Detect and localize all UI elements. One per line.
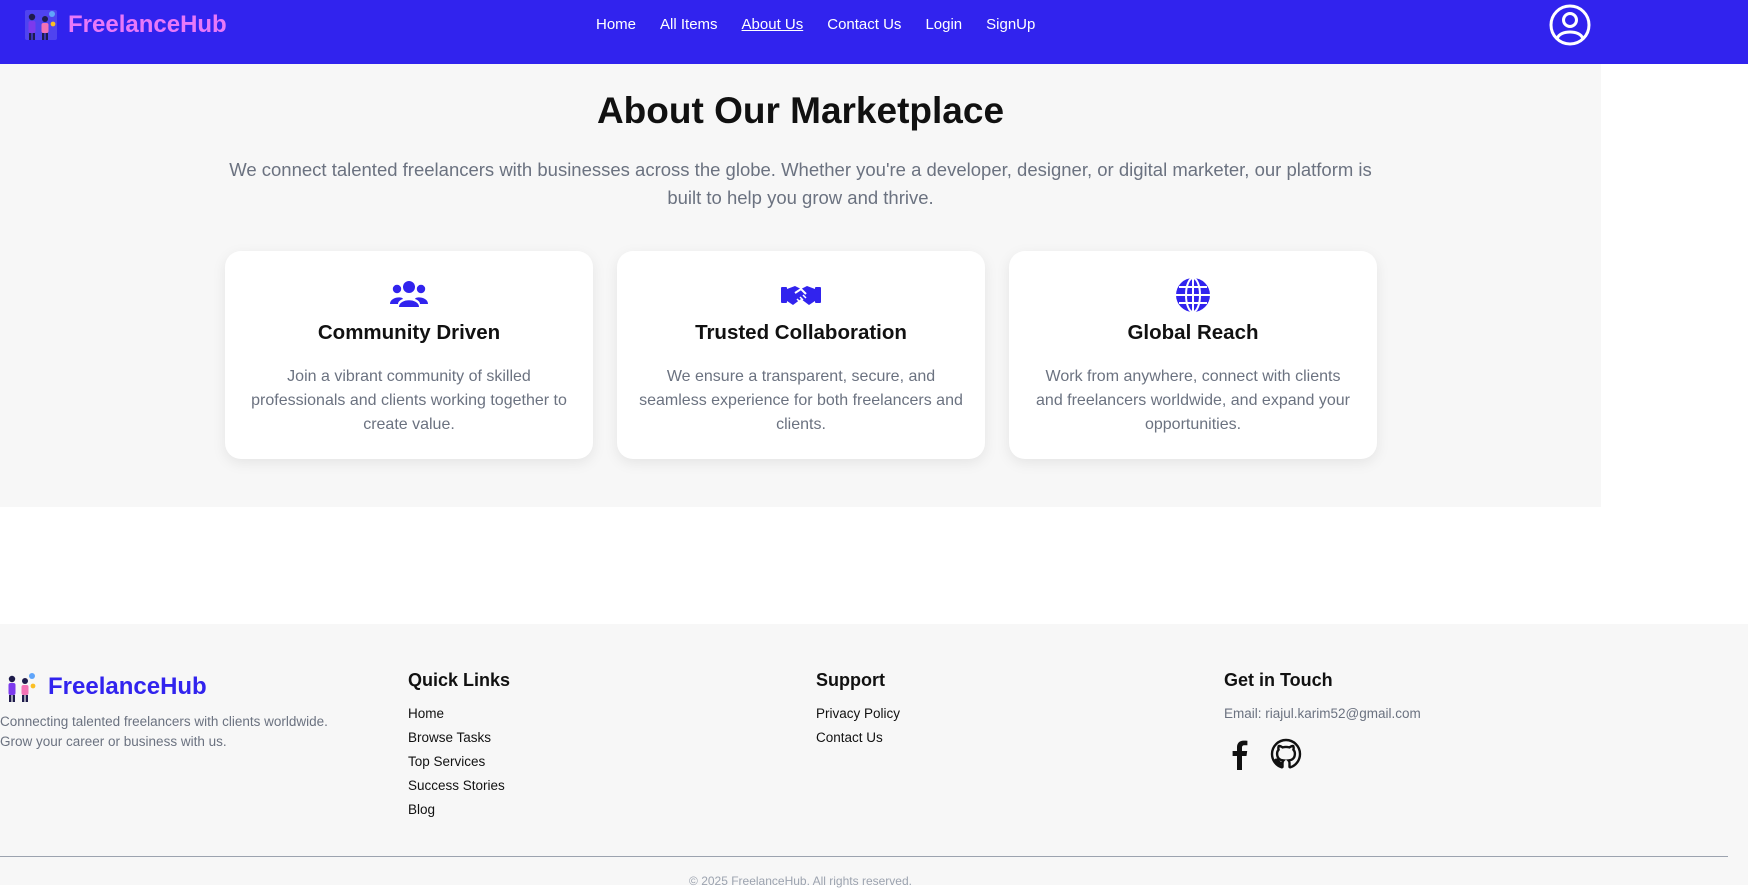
footer: FreelanceHub Connecting talented freelan… [0, 624, 1748, 888]
footer-link-privacy-policy[interactable]: Privacy Policy [816, 702, 900, 726]
footer-divider [0, 856, 1728, 857]
contact-column: Get in Touch Email: riajul.karim52@gmail… [1224, 668, 1421, 770]
brand-name: FreelanceHub [68, 11, 227, 38]
footer-link-contact-us[interactable]: Contact Us [816, 726, 900, 750]
navbar: FreelanceHub Home All Items About Us Con… [0, 0, 1748, 64]
globe-icon [1176, 277, 1210, 313]
support-column: Support Privacy Policy Contact Us [816, 668, 900, 750]
freelancers-logo-icon [8, 673, 36, 702]
freelancers-logo-icon [25, 10, 57, 40]
contact-heading: Get in Touch [1224, 670, 1333, 690]
facebook-icon[interactable] [1224, 738, 1256, 770]
feature-card-community: Community Driven Join a vibrant communit… [225, 251, 593, 459]
nav-about-us[interactable]: About Us [742, 15, 804, 35]
footer-link-blog[interactable]: Blog [408, 798, 510, 822]
quick-links-column: Quick Links Home Browse Tasks Top Servic… [408, 668, 510, 822]
card-text: We ensure a transparent, secure, and sea… [639, 368, 963, 433]
nav-signup[interactable]: SignUp [986, 15, 1035, 35]
card-title: Community Driven [317, 321, 501, 344]
copyright: © 2025 FreelanceHub. All rights reserved… [689, 874, 912, 888]
nav-all-items[interactable]: All Items [660, 15, 718, 35]
feature-card-global: Global Reach Work from anywhere, connect… [1009, 251, 1377, 459]
handshake-icon [781, 286, 821, 305]
footer-link-browse-tasks[interactable]: Browse Tasks [408, 726, 510, 750]
nav-links: Home All Items About Us Contact Us Login… [596, 15, 1059, 35]
card-title: Trusted Collaboration [695, 321, 907, 344]
contact-email: Email: riajul.karim52@gmail.com [1224, 706, 1421, 721]
card-title: Global Reach [1127, 321, 1259, 344]
nav-contact-us[interactable]: Contact Us [827, 15, 901, 35]
footer-brand[interactable]: FreelanceHub [4, 670, 207, 704]
users-icon [390, 281, 428, 307]
footer-link-success-stories[interactable]: Success Stories [408, 774, 510, 798]
card-text: Work from anywhere, connect with clients… [1036, 368, 1350, 433]
feature-card-trusted: Trusted Collaboration We ensure a transp… [617, 251, 985, 459]
user-circle-icon[interactable] [1548, 3, 1592, 47]
footer-tagline: Connecting talented freelancers with cli… [0, 714, 328, 749]
brand[interactable]: FreelanceHub [24, 8, 227, 42]
footer-link-home[interactable]: Home [408, 702, 510, 726]
about-description: We connect talented freelancers with bus… [229, 159, 1372, 208]
about-section: About Our Marketplace We connect talente… [0, 64, 1601, 507]
footer-brand-name: FreelanceHub [48, 673, 207, 700]
nav-login[interactable]: Login [925, 15, 962, 35]
footer-link-top-services[interactable]: Top Services [408, 750, 510, 774]
quick-links-heading: Quick Links [408, 670, 511, 690]
nav-home[interactable]: Home [596, 15, 636, 35]
page-title: About Our Marketplace [596, 90, 1005, 131]
support-heading: Support [816, 670, 885, 690]
social-links [1224, 738, 1421, 770]
github-icon[interactable] [1270, 738, 1302, 770]
card-text: Join a vibrant community of skilled prof… [251, 368, 567, 433]
